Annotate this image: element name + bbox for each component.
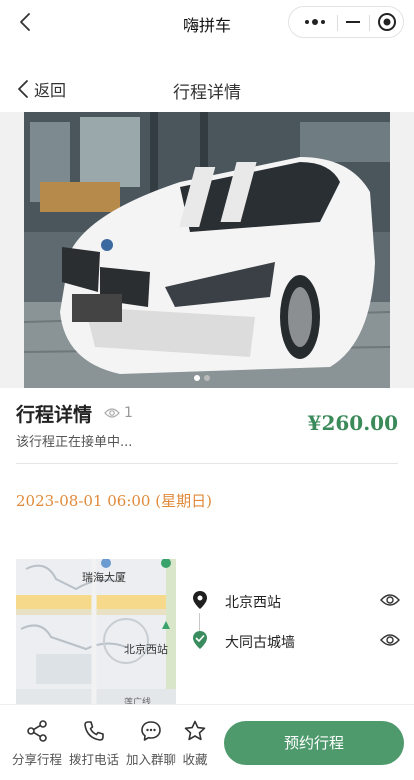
car-photo[interactable] (0, 112, 414, 388)
book-trip-button[interactable]: 预约行程 (224, 721, 404, 765)
car-image (0, 112, 414, 388)
phone-icon (84, 721, 104, 741)
check-shield-icon (193, 631, 207, 649)
capsule-menu (288, 6, 404, 38)
divider (16, 463, 398, 464)
minimize-icon[interactable] (339, 7, 367, 37)
view-count-value: 1 (124, 405, 133, 421)
departure-time: 2023-08-01 06:00 (星期日) (16, 492, 212, 510)
location-pin-icon (193, 591, 207, 609)
page-title: 行程详情 (173, 83, 241, 103)
trip-info: 行程详情 1 该行程正在接单中... ¥260.00 (16, 400, 398, 462)
eye-icon[interactable] (380, 632, 400, 648)
capsule-separator (369, 15, 370, 31)
share-trip-button[interactable]: 分享行程 (9, 715, 65, 771)
view-count: 1 (104, 405, 133, 421)
call-button[interactable]: 拨打电话 (66, 715, 122, 771)
app-top-bar: 嗨拼车 (0, 0, 414, 44)
favorite-label: 收藏 (182, 752, 208, 767)
trip-heading: 行程详情 (16, 404, 93, 426)
trip-price: ¥260.00 (307, 411, 398, 435)
map-label-street: 莲广线 (124, 698, 152, 704)
share-trip-label: 分享行程 (11, 752, 62, 767)
end-stop-name: 大同古城墙 (225, 635, 295, 651)
call-label: 拨打电话 (68, 752, 119, 767)
eye-icon[interactable] (380, 592, 400, 608)
route-stop-end[interactable]: 大同古城墙 (192, 628, 402, 654)
close-target-icon[interactable] (371, 7, 403, 37)
chat-icon (141, 721, 161, 741)
star-icon (184, 720, 206, 741)
page-nav-bar: 返回 行程详情 (0, 66, 414, 110)
favorite-button[interactable]: 收藏 (167, 715, 223, 771)
bottom-action-bar: 分享行程 拨打电话 加入群聊 收藏 预约行程 (0, 704, 414, 780)
eye-icon (104, 408, 120, 418)
share-icon (27, 720, 47, 742)
map-label-building: 瑞海大厦 (82, 571, 126, 584)
map-label-station: 北京西站 (124, 643, 168, 656)
route-stop-start[interactable]: 北京西站 (192, 588, 402, 614)
trip-status: 该行程正在接单中... (16, 435, 133, 450)
capsule-separator (337, 15, 338, 31)
route-map[interactable]: 瑞海大厦 北京西站 莲广线 (16, 559, 176, 704)
start-stop-name: 北京西站 (225, 595, 281, 611)
more-icon[interactable] (295, 7, 335, 37)
